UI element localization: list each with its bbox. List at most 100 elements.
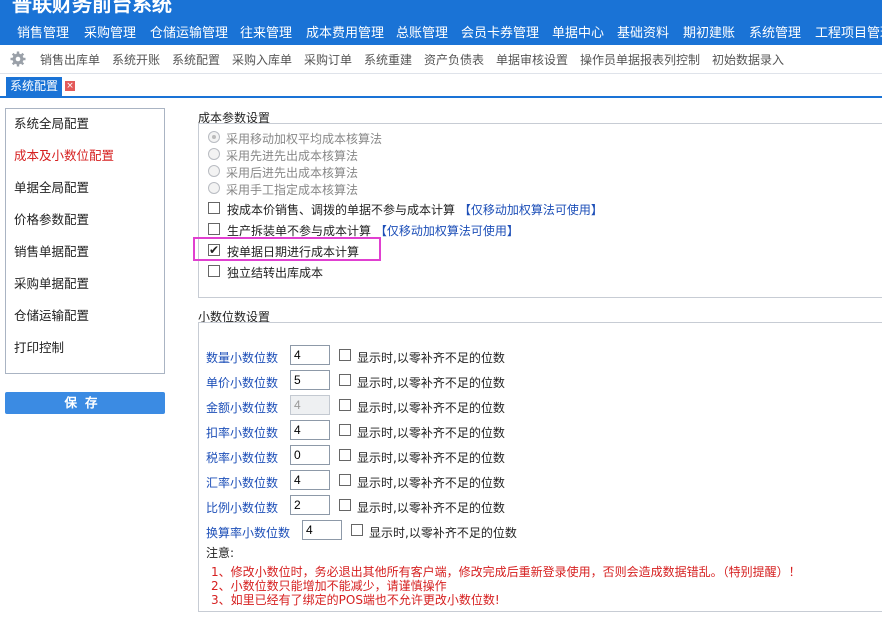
- main-menu: 销售管理 采购管理 仓储运输管理 往来管理 成本费用管理 总账管理 会员卡券管理…: [0, 22, 882, 45]
- quick-purchase-in[interactable]: 采购入库单: [232, 51, 292, 68]
- quick-system-open[interactable]: 系统开账: [112, 51, 160, 68]
- decimal-row-quantity: 数量小数位数 显示时,以零补齐不足的位数: [206, 345, 526, 367]
- decimal-label: 单价小数位数: [206, 376, 279, 390]
- menu-sales[interactable]: 销售管理: [17, 22, 69, 45]
- highlight-box: [193, 237, 381, 261]
- menu-purchase[interactable]: 采购管理: [84, 22, 136, 45]
- tab-strip: 系统配置 ×: [0, 74, 882, 98]
- decimal-row-tax: 税率小数位数 显示时,以零补齐不足的位数: [206, 445, 526, 467]
- save-button[interactable]: 保存: [5, 392, 165, 414]
- decimal-label: 汇率小数位数: [206, 476, 279, 490]
- decimal-label: 比例小数位数: [206, 501, 279, 515]
- close-icon[interactable]: ×: [64, 80, 76, 92]
- decimal-label: 扣率小数位数: [206, 426, 279, 440]
- tab-label: 系统配置: [10, 79, 59, 93]
- decimal-row-amount: 金额小数位数 显示时,以零补齐不足的位数: [206, 395, 526, 417]
- menu-accounts[interactable]: 往来管理: [240, 22, 292, 45]
- decimal-row-price: 单价小数位数 显示时,以零补齐不足的位数: [206, 370, 526, 392]
- gear-icon[interactable]: [10, 51, 26, 67]
- decimal-label: 金额小数位数: [206, 401, 279, 415]
- sidebar-item-print[interactable]: 打印控制: [14, 337, 64, 356]
- quick-purchase-order[interactable]: 采购订单: [304, 51, 352, 68]
- radio-label: 采用手工指定成本核算法: [226, 183, 359, 197]
- decimal-row-conversion: 换算率小数位数 显示时,以零补齐不足的位数: [206, 520, 536, 542]
- note-line-3: 3、如里已经有了绑定的POS端也不允许更改小数位数!: [211, 593, 500, 607]
- radio-label: 采用移动加权平均成本核算法: [226, 132, 383, 146]
- option-label: 生产拆装单不参与成本计算: [227, 224, 372, 238]
- option-label: 独立结转出库成本: [227, 266, 324, 280]
- tax-decimal-input[interactable]: [290, 445, 330, 465]
- app-title: 普联财务前台系统: [12, 0, 172, 16]
- decimal-row-ratio: 比例小数位数 显示时,以零补齐不足的位数: [206, 495, 526, 517]
- conversion-decimal-input[interactable]: [302, 520, 342, 540]
- menu-ledger[interactable]: 总账管理: [396, 22, 448, 45]
- checkbox-cost-price-excluded[interactable]: [208, 202, 220, 214]
- checkbox-independent-carryover[interactable]: [208, 265, 220, 277]
- quick-sales-out[interactable]: 销售出库单: [40, 51, 100, 68]
- sidebar-item-sales-doc[interactable]: 销售单据配置: [14, 241, 89, 260]
- quick-balance-sheet[interactable]: 资产负债表: [424, 51, 484, 68]
- conversion-pad-checkbox[interactable]: [351, 524, 363, 536]
- menu-cost[interactable]: 成本费用管理: [306, 22, 384, 45]
- decimal-label: 税率小数位数: [206, 451, 279, 465]
- quick-access-bar: 销售出库单 系统开账 系统配置 采购入库单 采购订单 系统重建 资产负债表 单据…: [0, 45, 882, 74]
- menu-system[interactable]: 系统管理: [749, 22, 801, 45]
- amount-pad-checkbox[interactable]: [339, 399, 351, 411]
- sidebar-item-price[interactable]: 价格参数配置: [14, 209, 89, 228]
- decimal-label: 数量小数位数: [206, 351, 279, 365]
- quick-initial-data[interactable]: 初始数据录入: [712, 51, 784, 68]
- price-pad-checkbox[interactable]: [339, 374, 351, 386]
- discount-decimal-input[interactable]: [290, 420, 330, 440]
- config-sidebar: 系统全局配置 成本及小数位配置 单据全局配置 价格参数配置 销售单据配置 采购单…: [5, 108, 165, 374]
- exchange-pad-checkbox[interactable]: [339, 474, 351, 486]
- ratio-decimal-input[interactable]: [290, 495, 330, 515]
- pad-label: 显示时,以零补齐不足的位数: [357, 501, 505, 515]
- menu-opening[interactable]: 期初建账: [683, 22, 735, 45]
- quantity-pad-checkbox[interactable]: [339, 349, 351, 361]
- menu-basic-data[interactable]: 基础资料: [617, 22, 669, 45]
- pad-label: 显示时,以零补齐不足的位数: [357, 401, 505, 415]
- top-bar: 普联财务前台系统 销售管理 采购管理 仓储运输管理 往来管理 成本费用管理 总账…: [0, 0, 882, 45]
- sidebar-item-cost-decimal[interactable]: 成本及小数位配置: [14, 145, 114, 164]
- decimal-row-exchange: 汇率小数位数 显示时,以零补齐不足的位数: [206, 470, 526, 492]
- menu-warehouse[interactable]: 仓储运输管理: [150, 22, 228, 45]
- option-label: 按成本价销售、调拨的单据不参与成本计算: [227, 203, 456, 217]
- radio-manual[interactable]: [208, 182, 220, 194]
- quick-column-control[interactable]: 操作员单据报表列控制: [580, 51, 700, 68]
- radio-moving-average[interactable]: [208, 131, 220, 143]
- quick-system-rebuild[interactable]: 系统重建: [364, 51, 412, 68]
- quantity-decimal-input[interactable]: [290, 345, 330, 365]
- quick-doc-audit[interactable]: 单据审核设置: [496, 51, 568, 68]
- sidebar-item-purchase-doc[interactable]: 采购单据配置: [14, 273, 89, 292]
- sidebar-item-warehouse[interactable]: 仓储运输配置: [14, 305, 89, 324]
- menu-document-center[interactable]: 单据中心: [552, 22, 604, 45]
- checkbox-assembly-excluded[interactable]: [208, 223, 220, 235]
- radio-lifo[interactable]: [208, 165, 220, 177]
- note-title: 注意:: [206, 546, 235, 560]
- tab-system-config[interactable]: 系统配置: [6, 77, 63, 96]
- radio-label: 采用后进先出成本核算法: [226, 166, 359, 180]
- pad-label: 显示时,以零补齐不足的位数: [357, 426, 505, 440]
- radio-fifo[interactable]: [208, 148, 220, 160]
- menu-member-card[interactable]: 会员卡券管理: [461, 22, 539, 45]
- pad-label: 显示时,以零补齐不足的位数: [357, 476, 505, 490]
- amount-decimal-input: [290, 395, 330, 415]
- pad-label: 显示时,以零补齐不足的位数: [369, 526, 517, 540]
- sidebar-item-global[interactable]: 系统全局配置: [14, 113, 89, 132]
- price-decimal-input[interactable]: [290, 370, 330, 390]
- ratio-pad-checkbox[interactable]: [339, 499, 351, 511]
- pad-label: 显示时,以零补齐不足的位数: [357, 376, 505, 390]
- radio-label: 采用先进先出成本核算法: [226, 149, 359, 163]
- discount-pad-checkbox[interactable]: [339, 424, 351, 436]
- tax-pad-checkbox[interactable]: [339, 449, 351, 461]
- decimal-label: 换算率小数位数: [206, 526, 291, 540]
- pad-label: 显示时,以零补齐不足的位数: [357, 351, 505, 365]
- option-hint: 【仅移动加权算法可使用】: [374, 224, 519, 238]
- option-hint: 【仅移动加权算法可使用】: [458, 203, 603, 217]
- quick-system-config[interactable]: 系统配置: [172, 51, 220, 68]
- exchange-decimal-input[interactable]: [290, 470, 330, 490]
- sidebar-item-document[interactable]: 单据全局配置: [14, 177, 89, 196]
- menu-project[interactable]: 工程项目管理: [815, 22, 882, 45]
- decimal-row-discount: 扣率小数位数 显示时,以零补齐不足的位数: [206, 420, 526, 442]
- pad-label: 显示时,以零补齐不足的位数: [357, 451, 505, 465]
